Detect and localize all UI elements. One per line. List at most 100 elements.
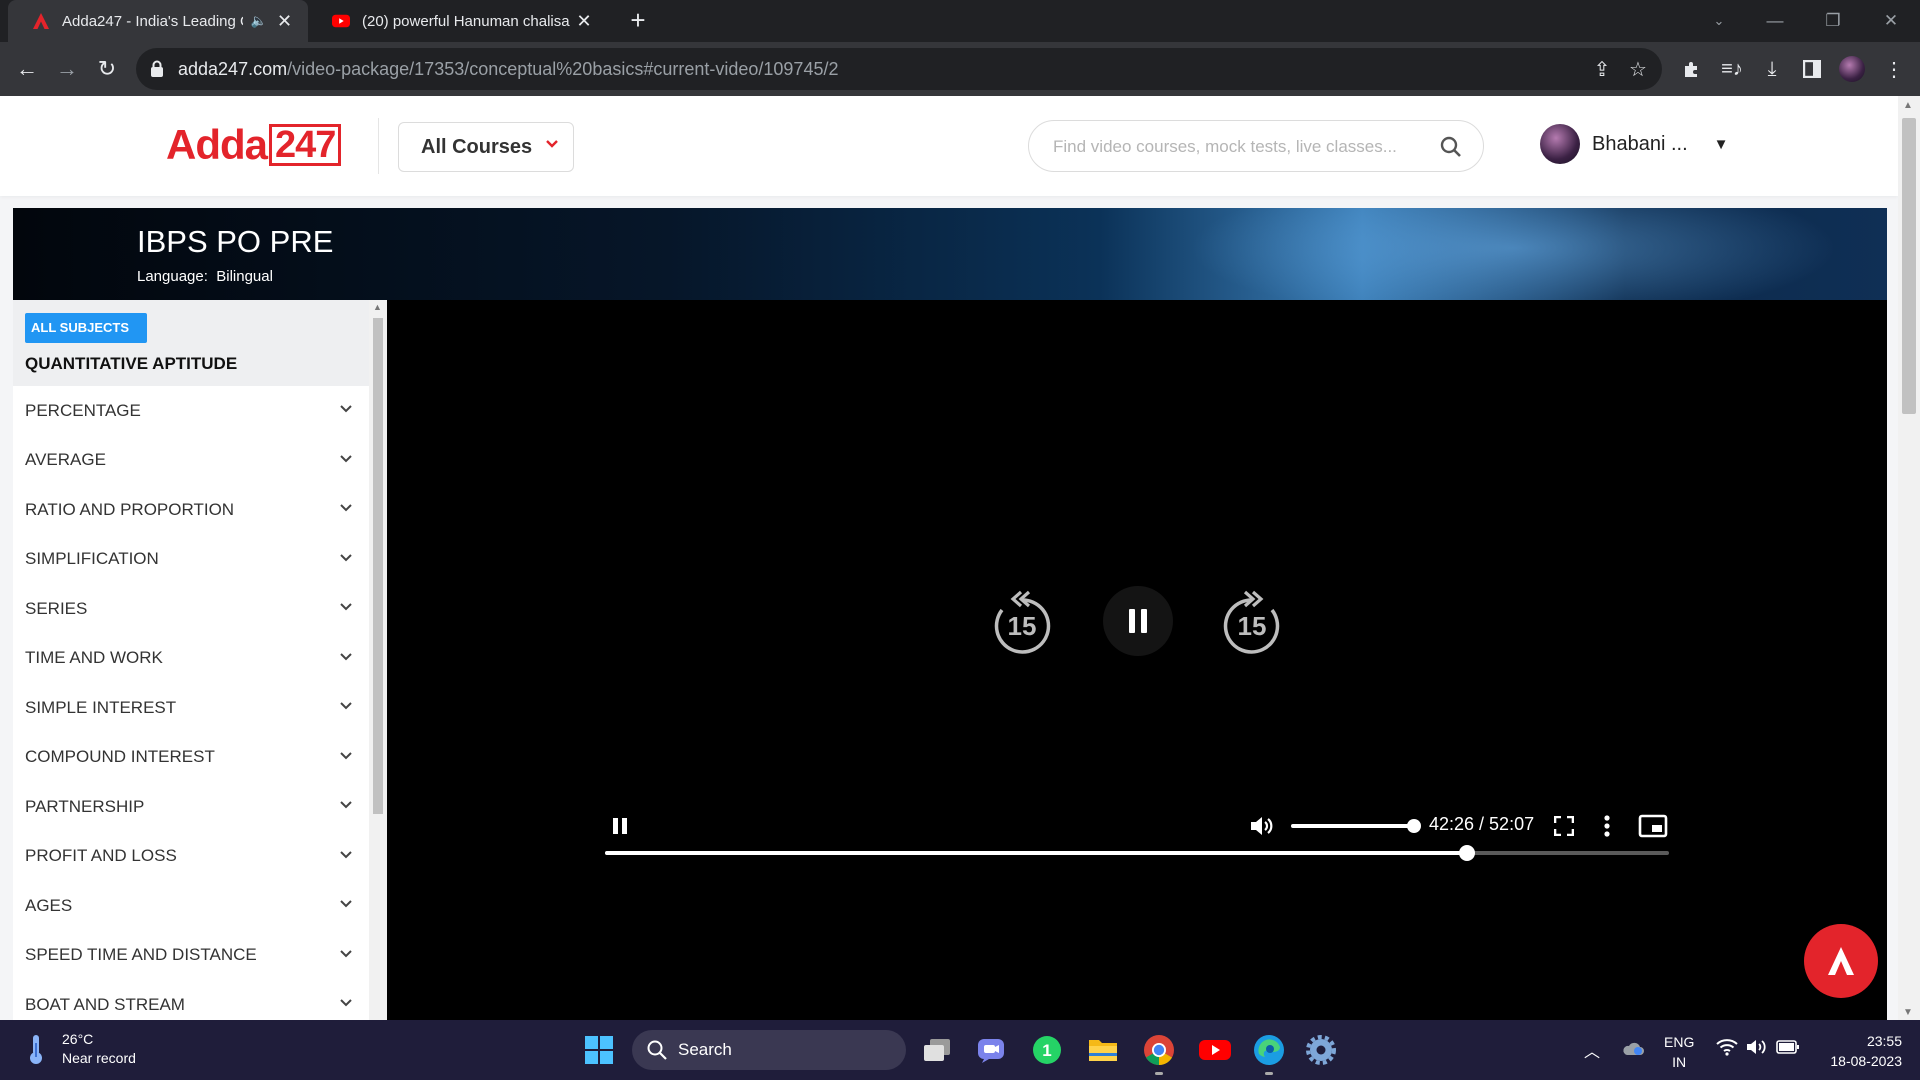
weather-widget[interactable]: 26°C Near record bbox=[24, 1030, 136, 1068]
topic-item[interactable]: SPEED TIME AND DISTANCE bbox=[13, 931, 369, 981]
task-view-icon[interactable] bbox=[918, 1031, 956, 1069]
tab-search-icon[interactable]: ⌄ bbox=[1694, 0, 1744, 42]
picture-in-picture-icon bbox=[1638, 814, 1668, 838]
lock-icon bbox=[151, 60, 163, 77]
pause-icon bbox=[613, 818, 627, 834]
tab-adda247[interactable]: Adda247 - India's Leading Go 🔈 ✕ bbox=[8, 0, 308, 42]
restore-button[interactable]: ❐ bbox=[1808, 0, 1858, 42]
onedrive-icon[interactable] bbox=[1622, 1040, 1644, 1059]
forward-button[interactable]: → bbox=[52, 54, 82, 84]
chevron-down-icon bbox=[340, 504, 352, 512]
volume-slider[interactable] bbox=[1291, 824, 1413, 828]
center-pause-button[interactable] bbox=[1103, 586, 1173, 656]
topic-item[interactable]: PERCENTAGE bbox=[13, 386, 369, 436]
tab-youtube[interactable]: (20) powerful Hanuman chalisa ✕ bbox=[308, 0, 608, 42]
download-icon[interactable]: ⤓ bbox=[1758, 55, 1786, 83]
system-clock[interactable]: 23:55 18-08-2023 bbox=[1812, 1031, 1902, 1071]
page-scroll-thumb[interactable] bbox=[1902, 118, 1916, 414]
adda247-favicon-icon bbox=[32, 12, 50, 30]
new-tab-button[interactable]: + bbox=[624, 7, 652, 35]
topic-item[interactable]: TIME AND WORK bbox=[13, 634, 369, 684]
browser-toolbar: ← → ↻ adda247.com/video-package/17353/co… bbox=[0, 42, 1920, 96]
fullscreen-button[interactable] bbox=[1551, 812, 1577, 840]
topic-item[interactable]: RATIO AND PROPORTION bbox=[13, 485, 369, 535]
svg-text:1: 1 bbox=[1042, 1041, 1051, 1060]
battery-icon[interactable] bbox=[1776, 1040, 1800, 1057]
page-scrollbar[interactable]: ▲ ▼ bbox=[1898, 96, 1920, 1020]
scroll-up-arrow-icon[interactable]: ▲ bbox=[1903, 100, 1913, 111]
chevron-down-icon bbox=[340, 702, 352, 710]
topic-item[interactable]: AVERAGE bbox=[13, 436, 369, 486]
progress-bar-handle[interactable] bbox=[1458, 845, 1475, 861]
volume-icon bbox=[1251, 817, 1273, 835]
running-indicator bbox=[1155, 1072, 1163, 1075]
teams-chat-icon[interactable] bbox=[972, 1031, 1010, 1069]
volume-button[interactable] bbox=[1247, 812, 1277, 840]
topic-item[interactable]: AGES bbox=[13, 881, 369, 931]
speaker-icon[interactable] bbox=[1746, 1038, 1768, 1059]
whatsapp-icon[interactable]: 1 bbox=[1028, 1031, 1066, 1069]
profile-avatar[interactable] bbox=[1838, 55, 1866, 83]
reload-button[interactable]: ↻ bbox=[92, 54, 122, 84]
settings-icon[interactable] bbox=[1302, 1031, 1340, 1069]
more-options-button[interactable] bbox=[1597, 812, 1617, 840]
address-bar[interactable]: adda247.com/video-package/17353/conceptu… bbox=[136, 48, 1662, 90]
side-panel-icon[interactable] bbox=[1798, 55, 1826, 83]
all-subjects-button[interactable]: ALL SUBJECTS bbox=[25, 313, 147, 343]
subject-title: QUANTITATIVE APTITUDE bbox=[25, 354, 238, 373]
speaker-icon[interactable]: 🔈 bbox=[251, 13, 267, 29]
topic-item[interactable]: PARTNERSHIP bbox=[13, 782, 369, 832]
minimize-button[interactable]: — bbox=[1750, 0, 1800, 42]
chevron-down-icon bbox=[340, 850, 352, 858]
media-control-icon[interactable]: ≡♪ bbox=[1718, 55, 1746, 83]
topic-item[interactable]: SIMPLE INTEREST bbox=[13, 683, 369, 733]
close-tab-icon[interactable]: ✕ bbox=[275, 11, 294, 32]
file-explorer-icon[interactable] bbox=[1084, 1031, 1122, 1069]
wifi-icon[interactable] bbox=[1716, 1038, 1738, 1059]
header-divider bbox=[378, 118, 379, 174]
picture-in-picture-button[interactable] bbox=[1637, 812, 1669, 840]
close-window-button[interactable]: ✕ bbox=[1866, 0, 1916, 42]
volume-slider-handle[interactable] bbox=[1407, 819, 1421, 833]
topic-item[interactable]: SERIES bbox=[13, 584, 369, 634]
all-courses-dropdown[interactable]: All Courses bbox=[398, 122, 574, 172]
windows-start-button[interactable] bbox=[580, 1031, 618, 1069]
topic-item[interactable]: SIMPLIFICATION bbox=[13, 535, 369, 585]
progress-bar[interactable] bbox=[605, 845, 1669, 861]
edge-icon[interactable] bbox=[1250, 1031, 1288, 1075]
share-icon[interactable]: ⇪ bbox=[1590, 57, 1614, 81]
video-player[interactable]: 15 15 42:26 / 52:07 bbox=[387, 300, 1887, 1020]
show-hidden-icons-chevron[interactable]: ︿ bbox=[1584, 1038, 1600, 1062]
youtube-app-icon[interactable] bbox=[1196, 1031, 1234, 1069]
play-pause-button[interactable] bbox=[607, 812, 633, 840]
course-title: IBPS PO PRE bbox=[137, 224, 334, 259]
topic-item[interactable]: PROFIT AND LOSS bbox=[13, 832, 369, 882]
adda247-chat-button[interactable] bbox=[1804, 924, 1878, 998]
sidebar-scrollbar[interactable]: ▲ bbox=[369, 300, 387, 1020]
topic-item[interactable]: COMPOUND INTEREST bbox=[13, 733, 369, 783]
svg-text:15: 15 bbox=[1008, 611, 1037, 641]
course-search-input[interactable]: Find video courses, mock tests, live cla… bbox=[1028, 120, 1484, 172]
course-banner: IBPS PO PRE Language: Bilingual bbox=[13, 208, 1887, 300]
sidebar-scroll-thumb[interactable] bbox=[373, 318, 383, 814]
browser-tab-strip: Adda247 - India's Leading Go 🔈 ✕ (20) po… bbox=[0, 0, 1920, 42]
bookmark-star-icon[interactable]: ☆ bbox=[1626, 57, 1650, 81]
input-language-indicator[interactable]: ENG IN bbox=[1664, 1032, 1694, 1072]
running-indicator bbox=[1265, 1072, 1273, 1075]
search-icon[interactable] bbox=[1439, 135, 1463, 159]
back-button[interactable]: ← bbox=[12, 54, 42, 84]
scroll-up-arrow-icon[interactable]: ▲ bbox=[373, 302, 382, 312]
chrome-icon[interactable] bbox=[1140, 1031, 1178, 1075]
progress-bar-fill bbox=[605, 851, 1467, 855]
forward-15-button[interactable]: 15 bbox=[1217, 588, 1287, 658]
extensions-icon[interactable] bbox=[1678, 55, 1706, 83]
close-tab-icon[interactable]: ✕ bbox=[574, 11, 594, 32]
topic-item[interactable]: BOAT AND STREAM bbox=[13, 980, 369, 1020]
adda247-logo[interactable]: Adda 247 bbox=[166, 121, 342, 168]
user-menu[interactable]: Bhabani ... ▼ bbox=[1540, 124, 1728, 164]
scroll-down-arrow-icon[interactable]: ▼ bbox=[1903, 1007, 1913, 1018]
windows-taskbar: 26°C Near record Search 1 ︿ ENG IN 23:55… bbox=[0, 1020, 1920, 1080]
taskbar-search[interactable]: Search bbox=[632, 1030, 906, 1070]
rewind-15-button[interactable]: 15 bbox=[987, 588, 1057, 658]
browser-menu-icon[interactable]: ⋮ bbox=[1880, 55, 1908, 83]
